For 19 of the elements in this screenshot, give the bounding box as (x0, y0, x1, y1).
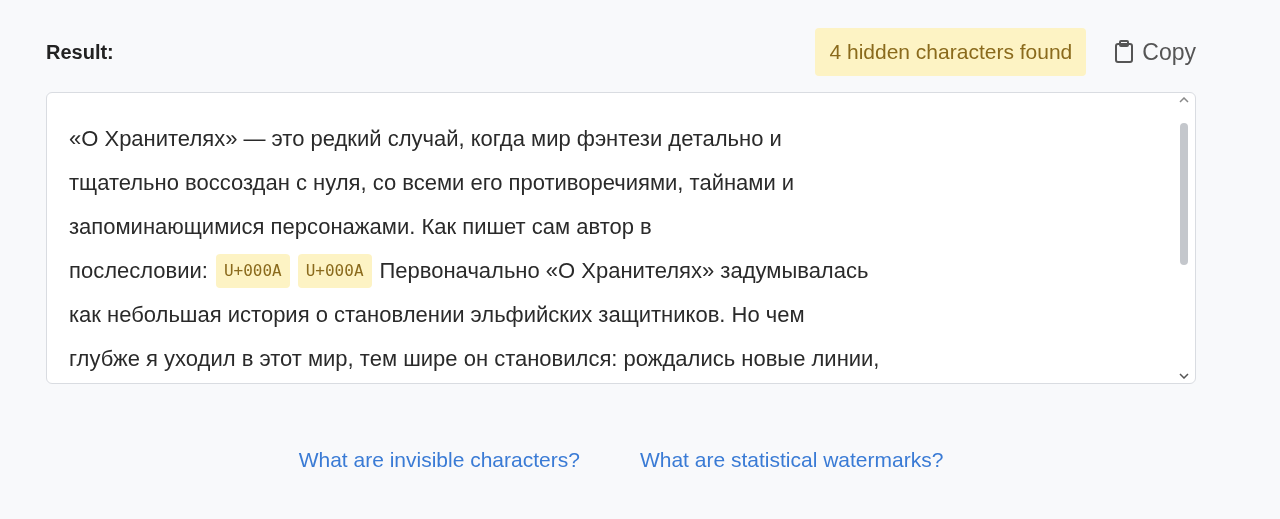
clipboard-icon (1114, 40, 1135, 64)
scroll-up-icon (1179, 97, 1189, 103)
result-text: тщательно воссоздан с нуля, со всеми его противоречиями, тайнами и (69, 169, 795, 197)
scrollbar[interactable] (1177, 97, 1191, 379)
result-label: Result: (46, 40, 114, 64)
help-link[interactable]: What are invisible characters? (298, 448, 580, 472)
result-text: послесловии: (69, 257, 208, 285)
result-text: запоминающимися персонажами. Как пишет сам автор в (69, 213, 652, 241)
result-text: «О Хранителях» — это редкий случай, когда мир фэнтези детально и (69, 125, 782, 153)
hidden-character-chip: U+000A (215, 254, 290, 288)
help-link[interactable]: What are statistical watermarks? (639, 448, 944, 472)
copy-button[interactable]: Copy (1114, 38, 1196, 66)
result-text: Первоначально «О Хранителях» задумывалась (379, 257, 869, 285)
result-text: глубже я уходил в этот мир, тем шире он становился: рождались новые линии, (69, 345, 880, 373)
hidden-character-chip: U+000A (297, 254, 372, 288)
scroll-down-icon (1179, 373, 1189, 379)
result-text-area[interactable] (46, 92, 1196, 384)
hidden-characters-badge: 4 hidden characters found (815, 28, 1087, 76)
result-text: как небольшая история о становлении эльфийских защитников. Но чем (69, 301, 805, 329)
